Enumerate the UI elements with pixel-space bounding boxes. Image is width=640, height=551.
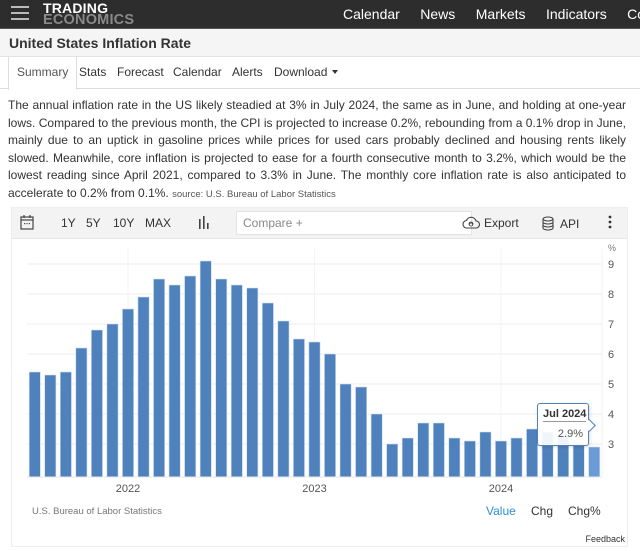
tab-bar: Summary Stats Forecast Calendar Alerts D… — [0, 57, 640, 90]
range-10y[interactable]: 10Y — [113, 216, 134, 230]
bar-dec-2022[interactable] — [293, 338, 305, 478]
bar-jan-2022[interactable] — [122, 308, 134, 478]
database-icon — [542, 216, 554, 231]
more-options-icon[interactable] — [608, 215, 612, 232]
bar-nov-2023[interactable] — [464, 440, 476, 478]
hamburger-menu-icon[interactable] — [11, 6, 29, 21]
toggle-chg-percent[interactable]: Chg% — [568, 504, 601, 518]
tab-summary[interactable]: Summary — [8, 57, 78, 90]
api-button[interactable]: API — [542, 216, 579, 231]
tab-alerts[interactable]: Alerts — [232, 65, 263, 79]
api-label: API — [560, 217, 580, 231]
nav-countries[interactable]: Countries — [627, 6, 640, 22]
bar-jul-2021[interactable] — [28, 371, 41, 478]
title-bar: United States Inflation Rate — [0, 29, 640, 57]
bar-aug-2021[interactable] — [44, 374, 57, 478]
bar-aug-2023[interactable] — [417, 422, 430, 478]
bar-jul-2022[interactable] — [215, 278, 228, 478]
y-tick-label: 8 — [608, 289, 614, 301]
y-axis-unit: % — [608, 243, 616, 253]
y-tick-label: 3 — [608, 439, 614, 451]
toggle-chg[interactable]: Chg — [531, 504, 553, 518]
nav-indicators[interactable]: Indicators — [546, 6, 607, 22]
bar-sep-2023[interactable] — [432, 422, 445, 478]
feedback-link[interactable]: Feedback — [585, 534, 625, 544]
compare-input[interactable] — [236, 211, 472, 235]
bar-apr-2023[interactable] — [355, 386, 368, 478]
y-tick-label: 6 — [608, 349, 614, 361]
bar-jun-2022[interactable] — [199, 260, 212, 478]
nav-news[interactable]: News — [420, 6, 455, 22]
bar-aug-2022[interactable] — [230, 284, 243, 478]
nav-calendar[interactable]: Calendar — [343, 6, 400, 22]
bar-mar-2022[interactable] — [153, 278, 165, 478]
bar-dec-2021[interactable] — [106, 323, 119, 478]
summary-text: The annual inflation rate in the US like… — [8, 98, 626, 200]
bar-may-2023[interactable] — [370, 413, 383, 478]
y-tick-label: 9 — [608, 259, 614, 271]
x-tick-label: 2022 — [116, 483, 140, 495]
cloud-download-icon — [462, 216, 481, 229]
bar-feb-2024[interactable] — [510, 437, 523, 478]
bar-jan-2023[interactable] — [308, 341, 321, 478]
tab-download[interactable]: Download — [274, 65, 339, 79]
range-max[interactable]: MAX — [145, 216, 171, 230]
x-tick-label: 2024 — [489, 483, 513, 495]
export-button[interactable]: Export — [462, 216, 519, 230]
summary-source: source: U.S. Bureau of Labor Statistics — [172, 188, 336, 200]
inflation-bar-chart: 2022 2023 2024 3 4 5 6 7 8 9% — [27, 243, 616, 495]
bar-nov-2022[interactable] — [277, 320, 290, 478]
tab-download-label: Download — [274, 65, 328, 79]
y-tick-label: 7 — [608, 319, 614, 331]
tooltip-value: 2.9% — [557, 428, 583, 440]
top-navbar: TRADING ECONOMICS Calendar News Markets … — [0, 0, 640, 29]
summary-paragraph: The annual inflation rate in the US like… — [8, 97, 626, 203]
chart-type-bar-icon[interactable] — [198, 216, 210, 232]
bar-apr-2022[interactable] — [168, 284, 181, 478]
calendar-icon[interactable] — [20, 214, 34, 233]
y-tick-label: 4 — [608, 409, 614, 421]
tab-stats[interactable]: Stats — [79, 65, 106, 79]
bar-feb-2022[interactable] — [137, 296, 150, 478]
bar-mar-2023[interactable] — [339, 383, 352, 478]
bar-nov-2021[interactable] — [91, 329, 103, 478]
bar-dec-2023[interactable] — [479, 431, 492, 478]
main-nav: Calendar News Markets Indicators Countri… — [343, 6, 640, 24]
caret-down-icon — [332, 70, 339, 74]
tooltip-date: Jul 2024 — [543, 408, 587, 422]
chart-source: U.S. Bureau of Labor Statistics — [32, 506, 162, 517]
chart-tooltip: Jul 2024 2.9% — [537, 403, 589, 446]
tab-forecast[interactable]: Forecast — [117, 65, 164, 79]
range-5y[interactable]: 5Y — [86, 216, 101, 230]
bar-sep-2022[interactable] — [246, 287, 259, 478]
page-title: United States Inflation Rate — [9, 35, 192, 51]
bar-oct-2021[interactable] — [75, 347, 88, 478]
trading-economics-logo[interactable]: TRADING ECONOMICS — [43, 1, 135, 28]
bar-jun-2023[interactable] — [386, 443, 399, 478]
bar-may-2022[interactable] — [184, 275, 197, 478]
bar-jul-2024[interactable] — [588, 446, 601, 478]
range-1y[interactable]: 1Y — [61, 216, 76, 230]
y-tick-label: 5 — [608, 379, 614, 391]
tab-calendar[interactable]: Calendar — [173, 65, 222, 79]
chart-panel: 1Y 5Y 10Y MAX Export API 2022 2023 2024 3 4… — [11, 207, 628, 547]
logo-line2: ECONOMICS — [43, 12, 135, 28]
bar-sep-2021[interactable] — [59, 371, 72, 478]
bar-oct-2023[interactable] — [448, 437, 461, 478]
bar-jan-2024[interactable] — [495, 440, 507, 478]
bar-jun-2024[interactable] — [572, 443, 585, 478]
bar-jul-2023[interactable] — [401, 437, 414, 478]
bar-oct-2022[interactable] — [261, 302, 274, 478]
export-label: Export — [484, 216, 519, 230]
chart-toolbar: 1Y 5Y 10Y MAX Export API — [12, 208, 627, 239]
x-tick-label: 2023 — [302, 483, 326, 495]
bar-feb-2023[interactable] — [324, 353, 336, 478]
toggle-value[interactable]: Value — [486, 504, 516, 518]
bar-mar-2024[interactable] — [526, 428, 538, 478]
nav-markets[interactable]: Markets — [476, 6, 526, 22]
